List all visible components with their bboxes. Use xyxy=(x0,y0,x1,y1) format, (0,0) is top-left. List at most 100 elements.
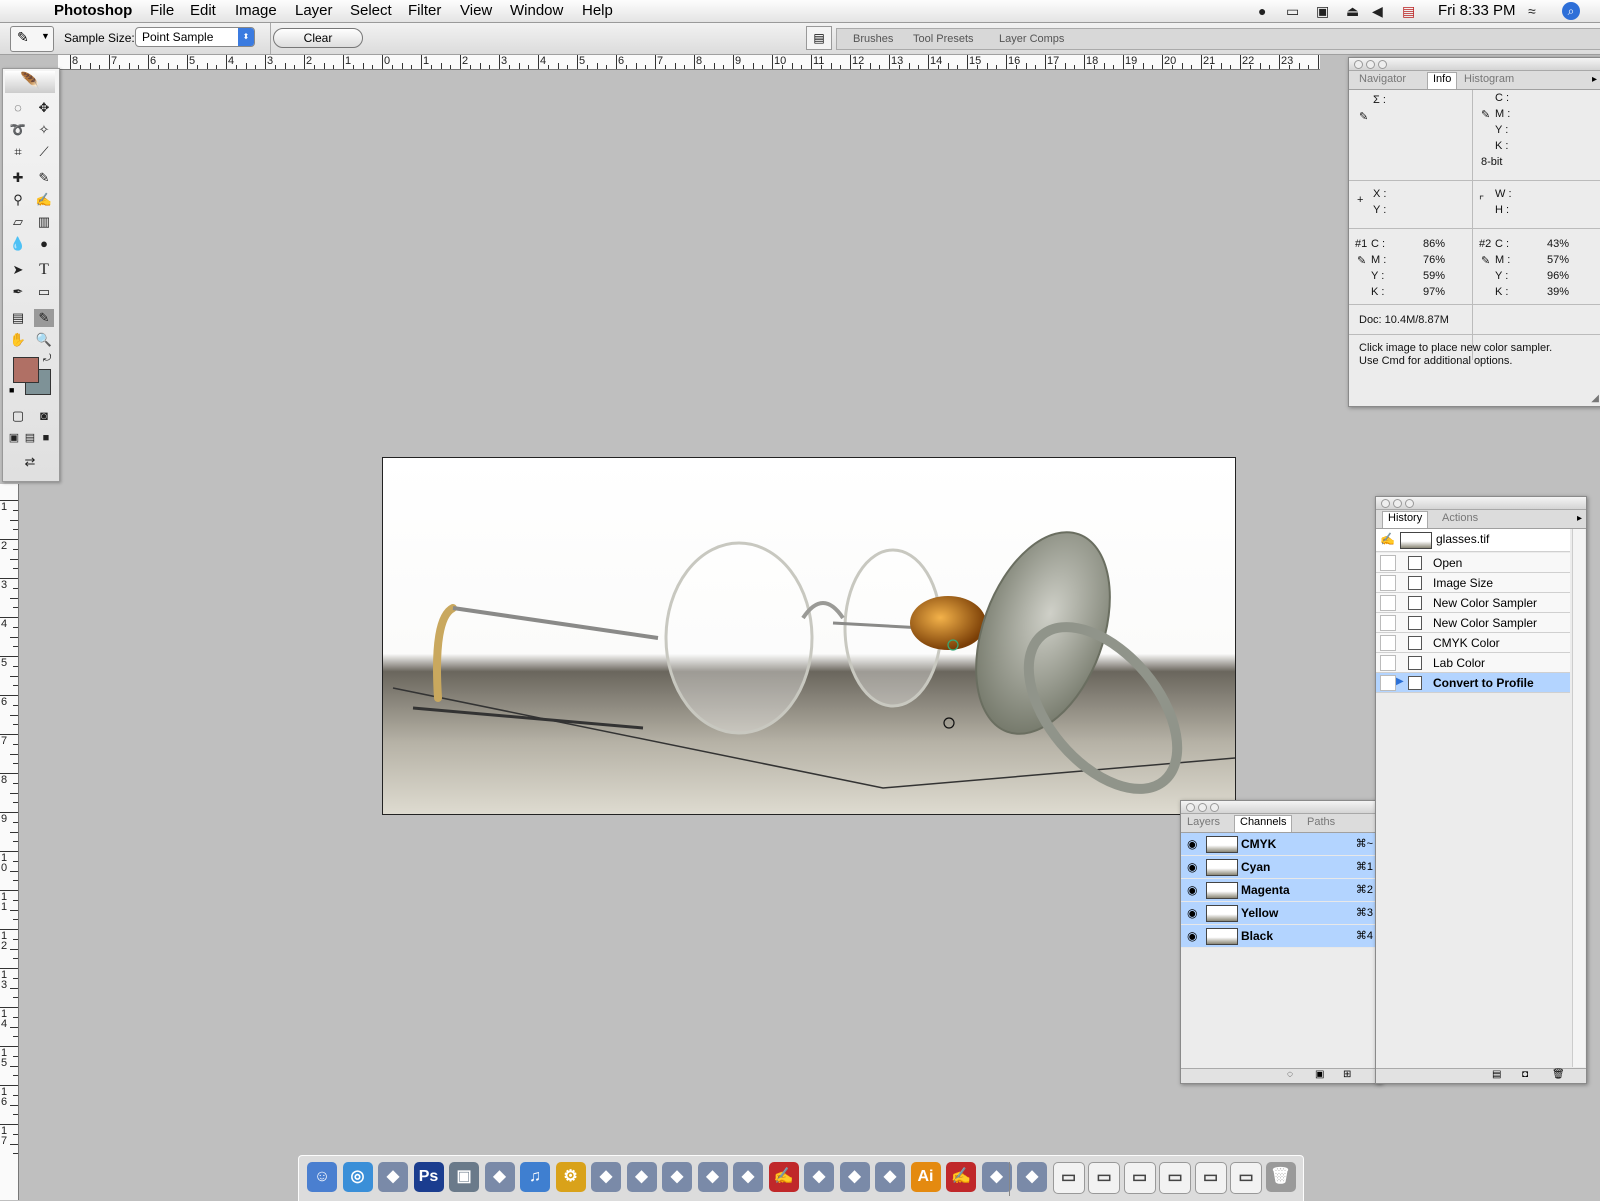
trash-icon[interactable]: 🗑 xyxy=(1552,1069,1565,1080)
pen-icon[interactable]: ✒ xyxy=(8,283,28,301)
history-brush-icon[interactable]: ✍ xyxy=(34,191,54,209)
volume-icon[interactable]: ◀ xyxy=(1372,3,1383,20)
tab-actions[interactable]: Actions xyxy=(1442,512,1478,524)
channel-row-magenta[interactable]: ◉ Magenta ⌘2 xyxy=(1181,879,1375,902)
eraser-icon[interactable]: ▱ xyxy=(8,213,28,231)
channel-row-black[interactable]: ◉ Black ⌘4 xyxy=(1181,925,1375,948)
minimize-icon[interactable] xyxy=(1198,803,1207,812)
eyedropper-icon[interactable]: ✎ xyxy=(34,309,54,327)
healing-brush-icon[interactable]: ✚ xyxy=(8,169,28,187)
zoom-icon[interactable] xyxy=(1405,499,1414,508)
eject-icon[interactable]: ⏏ xyxy=(1346,3,1359,20)
panel-menu-icon[interactable]: ▸ xyxy=(1592,74,1597,85)
glasses-pacifier-image[interactable] xyxy=(383,458,1235,814)
new-document-icon[interactable]: ▤ xyxy=(1492,1069,1501,1080)
tab-history[interactable]: History xyxy=(1382,511,1429,528)
screen-mode-full-menu-icon[interactable]: ▤ xyxy=(22,429,38,447)
menu-window[interactable]: Window xyxy=(510,2,563,19)
move-icon[interactable]: ✥ xyxy=(34,99,54,117)
eye-icon[interactable]: ◉ xyxy=(1187,837,1197,851)
menu-filter[interactable]: Filter xyxy=(408,2,441,19)
tool-preset-picker[interactable]: ✎ ▼ xyxy=(10,26,54,52)
history-source-checkbox[interactable] xyxy=(1380,615,1396,631)
history-item[interactable]: CMYK Color xyxy=(1376,633,1570,653)
history-item[interactable]: Open xyxy=(1376,553,1570,573)
minimize-icon[interactable] xyxy=(1393,499,1402,508)
app-icon[interactable]: ◆ xyxy=(875,1162,905,1192)
menu-help[interactable]: Help xyxy=(582,2,613,19)
well-tab-brushes[interactable]: Brushes xyxy=(853,33,893,45)
menu-select[interactable]: Select xyxy=(350,2,392,19)
history-item[interactable]: New Color Sampler xyxy=(1376,613,1570,633)
history-source-checkbox[interactable] xyxy=(1380,575,1396,591)
panel-titlebar[interactable] xyxy=(1349,58,1600,71)
tab-info[interactable]: Info xyxy=(1427,72,1458,89)
menu-layer[interactable]: Layer xyxy=(295,2,333,19)
safari-icon[interactable]: ◎ xyxy=(342,1162,373,1192)
clone-stamp-icon[interactable]: ⚲ xyxy=(8,191,28,209)
close-icon[interactable] xyxy=(1381,499,1390,508)
path-selection-icon[interactable]: ➤ xyxy=(8,261,28,279)
illustrator-icon[interactable]: Ai xyxy=(910,1162,941,1192)
eye-icon[interactable]: ◉ xyxy=(1187,906,1197,920)
history-source-checkbox[interactable] xyxy=(1380,635,1396,651)
history-scrollbar[interactable] xyxy=(1572,529,1585,1067)
window-icon[interactable]: ▭ xyxy=(1230,1162,1262,1194)
trash-icon[interactable]: 🗑 xyxy=(1265,1162,1296,1192)
acrobat-icon[interactable]: ✍ xyxy=(946,1162,976,1192)
jump-to-imageready-icon[interactable]: ⇄ xyxy=(8,453,52,471)
photoshop-icon[interactable]: Ps xyxy=(413,1162,444,1192)
channel-row-yellow[interactable]: ◉ Yellow ⌘3 xyxy=(1181,902,1375,925)
camera-icon[interactable]: ◘ xyxy=(1522,1069,1528,1080)
tab-channels[interactable]: Channels xyxy=(1234,815,1293,832)
app-icon[interactable]: ◆ xyxy=(804,1162,834,1192)
shape-icon[interactable]: ▭ xyxy=(34,283,54,301)
type-icon[interactable]: T xyxy=(34,261,54,279)
eye-icon[interactable]: ◉ xyxy=(1187,860,1197,874)
app-menu[interactable]: Photoshop xyxy=(54,2,132,19)
panel-titlebar[interactable] xyxy=(1376,497,1586,510)
window-icon[interactable]: ▭ xyxy=(1052,1162,1085,1194)
close-icon[interactable] xyxy=(1354,60,1363,69)
swap-colors-icon[interactable]: ⤾ xyxy=(43,353,51,364)
system-prefs-icon[interactable]: ⚙ xyxy=(555,1162,586,1192)
notes-icon[interactable]: ▤ xyxy=(8,309,28,327)
itunes-icon[interactable]: ♫ xyxy=(520,1162,550,1192)
app-icon[interactable]: ◆ xyxy=(378,1162,408,1192)
blur-icon[interactable]: 💧 xyxy=(8,235,28,253)
zoom-icon[interactable] xyxy=(1210,803,1219,812)
app-icon[interactable]: ◆ xyxy=(484,1162,515,1192)
clock[interactable]: Fri 8:33 PM xyxy=(1438,2,1516,19)
app-icon[interactable]: ◆ xyxy=(662,1162,692,1192)
well-tab-tool-presets[interactable]: Tool Presets xyxy=(913,33,974,45)
load-selection-icon[interactable]: ◌ xyxy=(1287,1069,1293,1080)
crop-icon[interactable]: ⌗ xyxy=(8,143,28,161)
display-icon[interactable]: ▣ xyxy=(1316,3,1329,20)
new-channel-icon[interactable]: ⊞ xyxy=(1343,1069,1351,1080)
brush-icon[interactable]: ✎ xyxy=(34,169,54,187)
close-icon[interactable] xyxy=(1186,803,1195,812)
history-state-slider-icon[interactable]: ▶ xyxy=(1396,676,1404,687)
sample-size-select[interactable]: Point Sample ⬍ xyxy=(135,27,255,47)
foreground-color-swatch[interactable] xyxy=(13,357,39,383)
app-icon[interactable]: ◆ xyxy=(839,1162,870,1192)
window-icon[interactable]: ▭ xyxy=(1088,1162,1120,1194)
battery-icon[interactable]: ▭ xyxy=(1286,3,1299,20)
slice-icon[interactable]: ⟋ xyxy=(34,143,54,161)
acrobat-icon[interactable]: ✍ xyxy=(768,1162,799,1192)
menu-image[interactable]: Image xyxy=(235,2,277,19)
default-colors-icon[interactable]: ■ xyxy=(9,385,14,395)
file-browser-icon[interactable]: ▤ xyxy=(806,26,832,50)
history-item[interactable]: Lab Color xyxy=(1376,653,1570,673)
well-tab-layer-comps[interactable]: Layer Comps xyxy=(999,33,1064,45)
feather-logo-icon[interactable]: 🪶 xyxy=(5,71,55,93)
magic-wand-icon[interactable]: ✧ xyxy=(34,121,54,139)
marquee-icon[interactable]: ◌ xyxy=(8,99,28,117)
flag-icon[interactable]: ▤ xyxy=(1402,3,1415,20)
window-icon[interactable]: ▭ xyxy=(1159,1162,1191,1194)
vertical-ruler[interactable]: 1234567891011121314151617 xyxy=(0,484,19,1200)
channel-row-cmyk[interactable]: ◉ CMYK ⌘~ xyxy=(1181,833,1375,856)
channel-row-cyan[interactable]: ◉ Cyan ⌘1 xyxy=(1181,856,1375,879)
save-selection-icon[interactable]: ▣ xyxy=(1315,1069,1324,1080)
history-brush-source-icon[interactable]: ✍ xyxy=(1380,532,1395,546)
